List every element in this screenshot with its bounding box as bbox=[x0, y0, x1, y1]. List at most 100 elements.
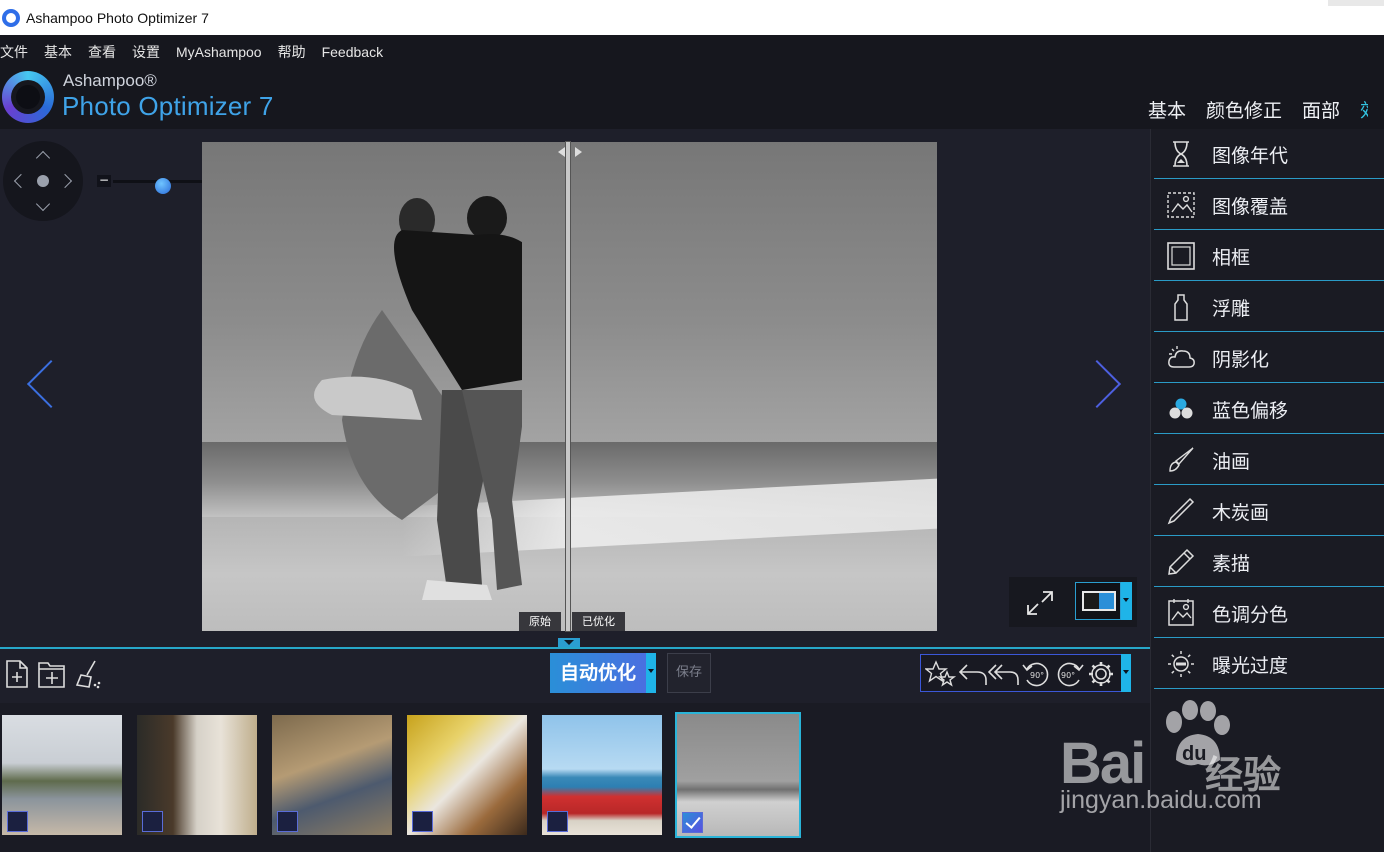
tab-face[interactable]: 面部 bbox=[1302, 96, 1340, 123]
favorites-stars-icon[interactable] bbox=[925, 659, 957, 689]
next-image-arrow-icon[interactable] bbox=[1072, 359, 1122, 409]
thumbnail-couple-beach-selected[interactable] bbox=[675, 712, 801, 838]
effect-charcoal[interactable]: 木炭画 bbox=[1154, 486, 1384, 536]
add-file-icon[interactable] bbox=[4, 659, 30, 689]
effect-label: 图像覆盖 bbox=[1212, 196, 1289, 218]
menu-feedback[interactable]: Feedback bbox=[314, 44, 391, 60]
thumbnail-kitchen[interactable] bbox=[137, 715, 257, 835]
split-left-arrow-icon bbox=[558, 147, 565, 157]
effect-sketch[interactable]: 素描 bbox=[1154, 537, 1384, 587]
category-tabs: 基本 颜色修正 面部 效 bbox=[1148, 96, 1368, 123]
optimized-label: 已优化 bbox=[572, 612, 625, 631]
zoom-out-button[interactable]: − bbox=[97, 174, 111, 187]
photo-couple bbox=[314, 196, 522, 600]
effect-label: 图像年代 bbox=[1212, 145, 1289, 167]
effect-image-age[interactable]: 图像年代 bbox=[1154, 129, 1384, 179]
title-bar: Ashampoo Photo Optimizer 7 bbox=[0, 0, 1384, 35]
auto-optimize-button[interactable]: 自动优化 bbox=[550, 653, 646, 693]
app-window: Ashampoo Photo Optimizer 7 文件 基本 查看 设置 M… bbox=[0, 0, 1384, 852]
compare-mode-dropdown[interactable] bbox=[1121, 582, 1132, 620]
menu-file[interactable]: 文件 bbox=[0, 42, 36, 62]
edit-actions-group: 90° 90° bbox=[920, 654, 1122, 692]
thumbnail-checkbox[interactable] bbox=[142, 811, 163, 832]
effect-frame[interactable]: 相框 bbox=[1154, 231, 1384, 281]
effect-oil-painting[interactable]: 油画 bbox=[1154, 435, 1384, 485]
auto-optimize-dropdown[interactable] bbox=[646, 653, 656, 693]
compare-mode-button[interactable] bbox=[1075, 582, 1121, 620]
effect-label: 蓝色偏移 bbox=[1212, 400, 1289, 422]
thumbnail-red-car[interactable] bbox=[542, 715, 662, 835]
rotate-right-90-icon[interactable]: 90° bbox=[1053, 659, 1085, 689]
image-overlay-icon bbox=[1167, 192, 1195, 218]
undo-all-icon[interactable] bbox=[987, 659, 1021, 689]
fullscreen-expand-icon[interactable] bbox=[1025, 589, 1055, 617]
thumbnail-checkbox[interactable] bbox=[277, 811, 298, 832]
effect-label: 色调分色 bbox=[1212, 604, 1289, 626]
menu-basic[interactable]: 基本 bbox=[36, 42, 80, 62]
menu-myashampoo[interactable]: MyAshampoo bbox=[168, 44, 270, 60]
thumbnail-strip bbox=[0, 703, 1150, 852]
pan-left-icon[interactable] bbox=[13, 173, 29, 189]
pan-right-icon[interactable] bbox=[57, 173, 73, 189]
clear-list-broom-icon[interactable] bbox=[73, 659, 103, 689]
tab-basic[interactable]: 基本 bbox=[1148, 96, 1186, 123]
effect-label: 曝光过度 bbox=[1212, 655, 1289, 677]
zoom-knob[interactable] bbox=[155, 178, 171, 194]
emboss-icon bbox=[1174, 294, 1188, 321]
hourglass-icon bbox=[1173, 141, 1189, 167]
previous-image-arrow-icon[interactable] bbox=[26, 359, 76, 409]
effect-label: 油画 bbox=[1212, 451, 1251, 473]
pan-up-icon[interactable] bbox=[35, 150, 51, 166]
split-view-icon bbox=[1082, 591, 1116, 611]
compare-split-handle[interactable] bbox=[556, 145, 584, 159]
thumbnail-lake[interactable] bbox=[2, 715, 122, 835]
effect-label: 阴影化 bbox=[1212, 349, 1270, 371]
edit-actions-dropdown[interactable] bbox=[1121, 654, 1131, 692]
blue-shift-icon bbox=[1169, 398, 1193, 419]
effect-posterize[interactable]: 色调分色 bbox=[1154, 588, 1384, 638]
settings-gear-icon[interactable] bbox=[1085, 659, 1117, 689]
frame-icon bbox=[1167, 242, 1195, 270]
pan-down-icon[interactable] bbox=[35, 196, 51, 212]
thumbnail-cake[interactable] bbox=[407, 715, 527, 835]
split-right-arrow-icon bbox=[575, 147, 582, 157]
original-label: 原始 bbox=[519, 612, 561, 631]
effects-panel: 图像年代 图像覆盖 相框 浮雕 阴影化 蓝色偏移 油画 木炭画 素描 色调分色 … bbox=[1150, 129, 1384, 852]
thumbnail-couple-ruins[interactable] bbox=[272, 715, 392, 835]
menu-help[interactable]: 帮助 bbox=[270, 42, 314, 62]
add-folder-icon[interactable] bbox=[37, 659, 67, 689]
app-logo-icon bbox=[2, 8, 20, 27]
window-title: Ashampoo Photo Optimizer 7 bbox=[26, 9, 209, 26]
posterize-icon bbox=[1168, 599, 1194, 626]
bottom-toolbar: 自动优化 保存 90° 90° bbox=[0, 649, 1150, 703]
thumbnail-checkbox[interactable] bbox=[547, 811, 568, 832]
app-header: Ashampoo® Photo Optimizer 7 基本 颜色修正 面部 效 bbox=[0, 69, 1384, 129]
thumbnail-checkbox-checked[interactable] bbox=[682, 812, 703, 833]
menu-settings[interactable]: 设置 bbox=[124, 42, 168, 62]
image-viewport: − + bbox=[0, 129, 1150, 647]
rotate-right-label: 90° bbox=[1061, 671, 1075, 680]
compare-split-line[interactable] bbox=[566, 142, 570, 631]
window-controls[interactable] bbox=[1328, 0, 1384, 6]
effect-shadow[interactable]: 阴影化 bbox=[1154, 333, 1384, 383]
rotate-left-label: 90° bbox=[1030, 671, 1044, 680]
effect-blue-shift[interactable]: 蓝色偏移 bbox=[1154, 384, 1384, 434]
shadow-icon bbox=[1168, 346, 1195, 368]
tab-color-correction[interactable]: 颜色修正 bbox=[1206, 96, 1282, 123]
effect-overexposure[interactable]: 曝光过度 bbox=[1154, 639, 1384, 689]
rotate-left-90-icon[interactable]: 90° bbox=[1021, 659, 1053, 689]
oil-paint-brush-icon bbox=[1169, 447, 1194, 472]
brand-product: Photo Optimizer 7 bbox=[62, 91, 274, 121]
thumbnail-checkbox[interactable] bbox=[412, 811, 433, 832]
effect-label: 相框 bbox=[1212, 247, 1251, 269]
menu-view[interactable]: 查看 bbox=[80, 42, 124, 62]
effect-image-overlay[interactable]: 图像覆盖 bbox=[1154, 180, 1384, 230]
thumbnail-checkbox[interactable] bbox=[7, 811, 28, 832]
tab-effects[interactable]: 效 bbox=[1360, 96, 1368, 123]
save-button[interactable]: 保存 bbox=[667, 653, 711, 693]
undo-icon[interactable] bbox=[957, 659, 989, 689]
effect-label: 木炭画 bbox=[1212, 502, 1270, 524]
pan-navigator[interactable] bbox=[3, 141, 83, 221]
effect-emboss[interactable]: 浮雕 bbox=[1154, 282, 1384, 332]
pan-center-icon[interactable] bbox=[37, 175, 49, 187]
